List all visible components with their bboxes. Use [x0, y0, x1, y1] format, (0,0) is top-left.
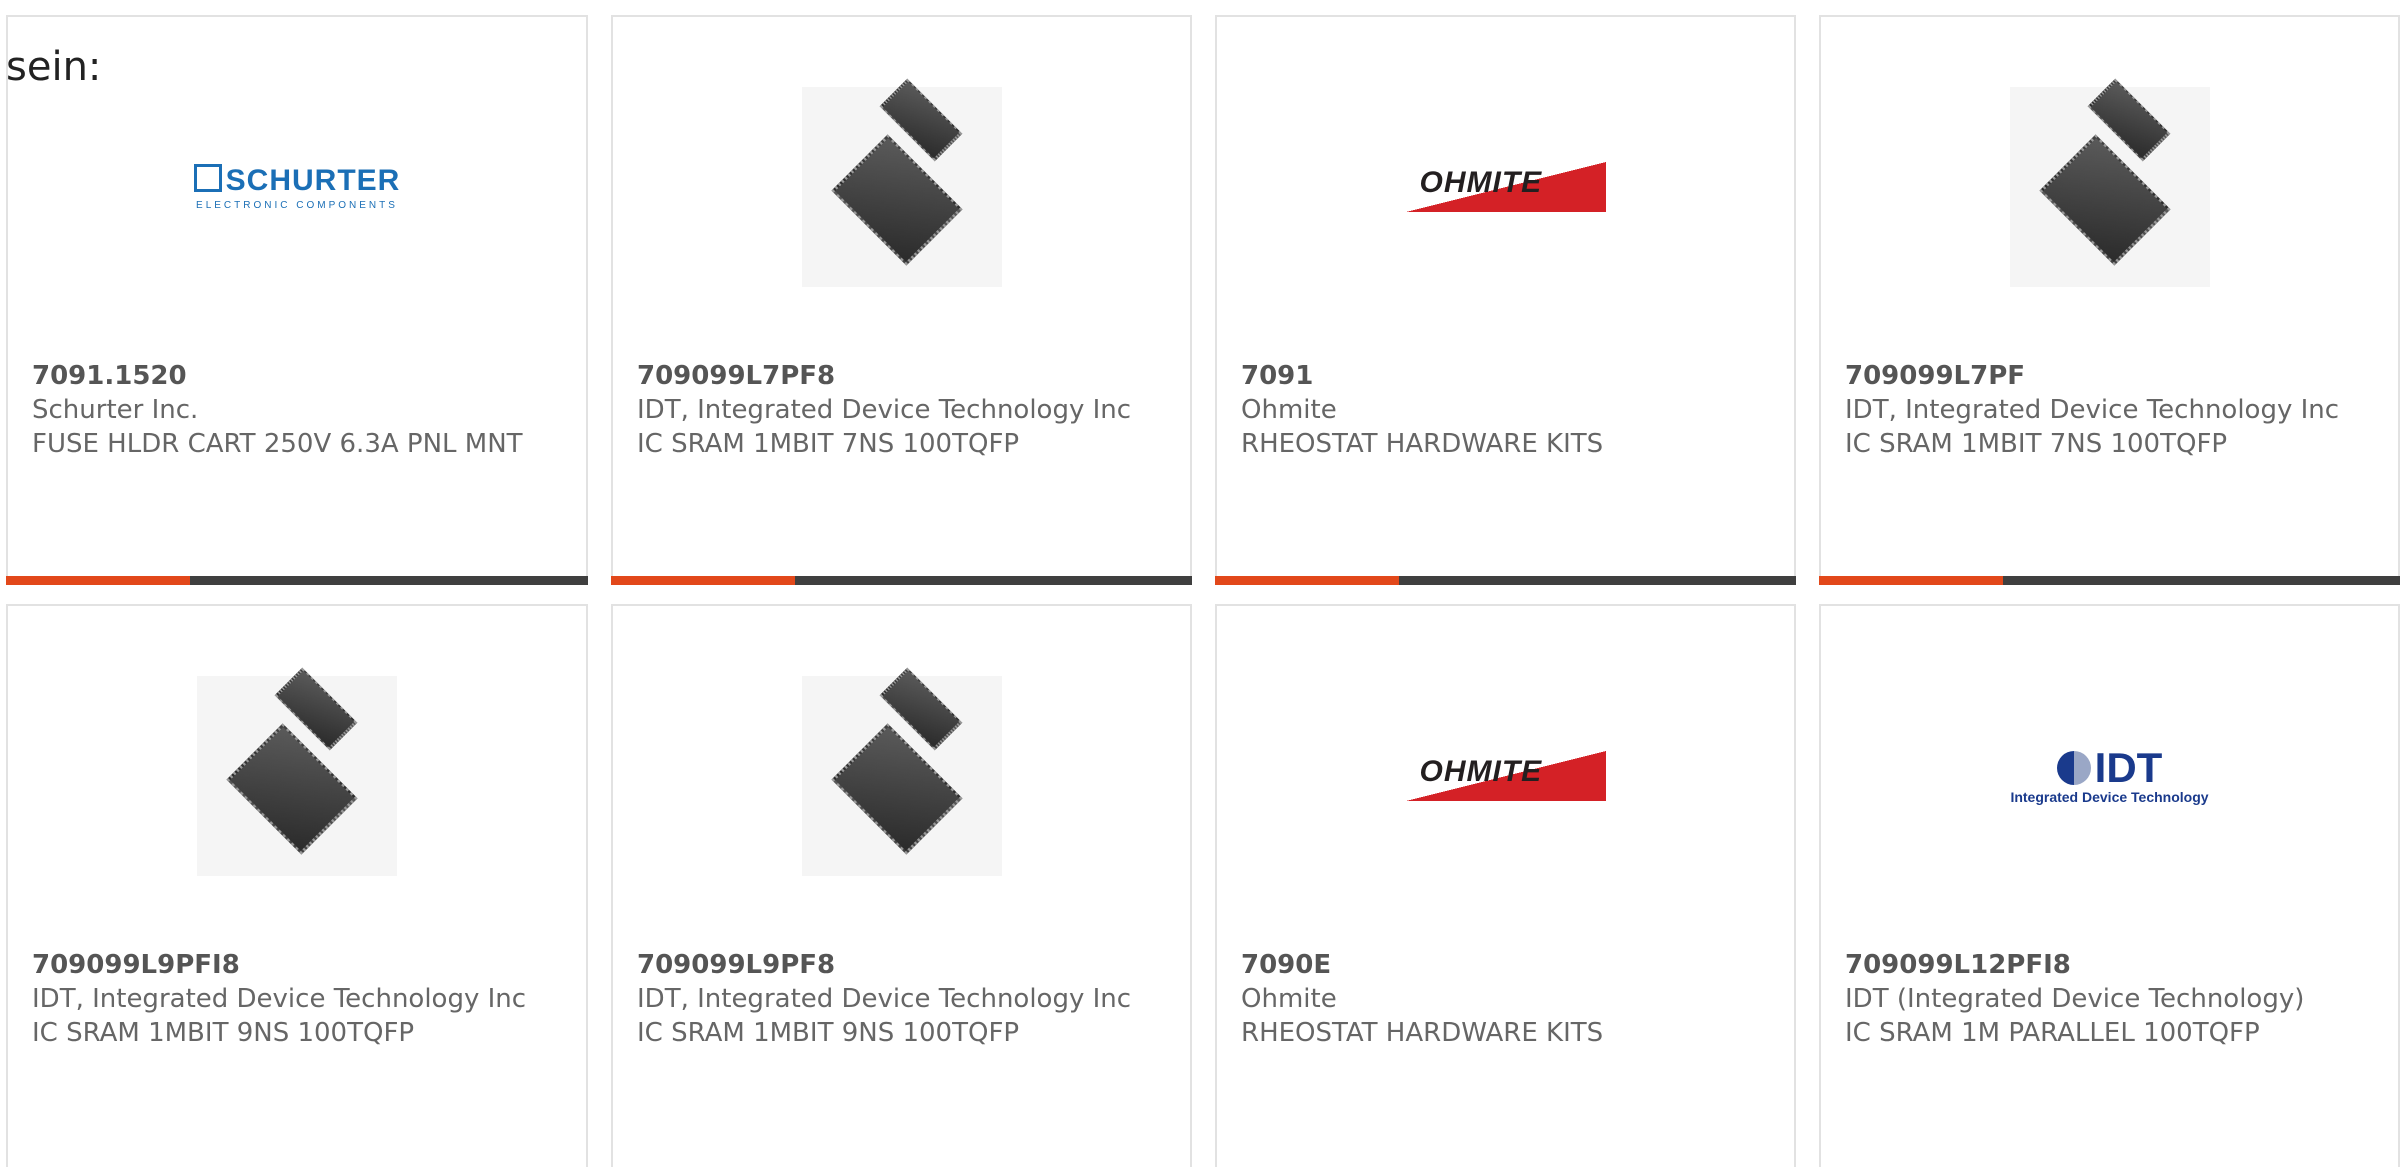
product-image: IDT Integrated Device Technology: [1821, 676, 2398, 876]
product-description: RHEOSTAT HARDWARE KITS: [1241, 429, 1604, 459]
logo-text: OHMITE: [1419, 166, 1543, 199]
ohmite-logo: OHMITE: [1405, 162, 1606, 212]
product-card[interactable]: 709099L9PFI8 IDT, Integrated Device Tech…: [6, 604, 588, 1167]
part-number-link[interactable]: 709099L9PF8: [637, 950, 835, 980]
product-grid-page: sein: SCHURTER ELECTRONIC COMPONENTS 709…: [0, 0, 2400, 1167]
idt-logo: IDT Integrated Device Technology: [2010, 744, 2209, 806]
manufacturer-name: IDT, Integrated Device Technology Inc: [1845, 395, 2340, 425]
product-image: [1821, 78, 2398, 287]
product-image: OHMITE: [1217, 87, 1794, 287]
product-card[interactable]: OHMITE 7091 Ohmite RHEOSTAT HARDWARE KIT…: [1215, 15, 1796, 585]
tqfp-chip-photo: [2009, 78, 2210, 287]
card-bottom-bar: [611, 576, 1192, 585]
part-number-link[interactable]: 7090E: [1241, 950, 1331, 980]
product-card[interactable]: IDT Integrated Device Technology 709099L…: [1819, 604, 2400, 1167]
product-image: SCHURTER ELECTRONIC COMPONENTS: [8, 87, 586, 287]
part-number-link[interactable]: 709099L7PF: [1845, 361, 2025, 391]
ohmite-logo: OHMITE: [1405, 751, 1606, 801]
manufacturer-name: IDT (Integrated Device Technology): [1845, 984, 2305, 1014]
product-description: IC SRAM 1MBIT 7NS 100TQFP: [1845, 429, 2228, 459]
schurter-logo: SCHURTER ELECTRONIC COMPONENTS: [193, 163, 401, 211]
part-number-link[interactable]: 709099L7PF8: [637, 361, 835, 391]
logo-subtext: ELECTRONIC COMPONENTS: [196, 199, 398, 211]
manufacturer-name: Schurter Inc.: [32, 395, 199, 425]
product-card[interactable]: 709099L9PF8 IDT, Integrated Device Techn…: [611, 604, 1192, 1167]
part-number-link[interactable]: 7091.1520: [32, 361, 187, 391]
logo-text: IDT: [2094, 744, 2163, 791]
logo-subtext: Integrated Device Technology: [2010, 789, 2209, 805]
product-image: [613, 667, 1190, 876]
part-number-link[interactable]: 709099L9PFI8: [32, 950, 240, 980]
manufacturer-name: Ohmite: [1241, 984, 1337, 1014]
tqfp-chip-photo: [801, 78, 1002, 287]
card-bottom-bar: [1819, 576, 2400, 585]
product-card[interactable]: SCHURTER ELECTRONIC COMPONENTS 7091.1520…: [6, 15, 588, 585]
manufacturer-name: IDT, Integrated Device Technology Inc: [637, 395, 1132, 425]
card-bottom-bar: [6, 576, 588, 585]
logo-text: SCHURTER: [225, 163, 401, 197]
product-description: IC SRAM 1MBIT 9NS 100TQFP: [637, 1018, 1020, 1048]
product-description: FUSE HLDR CART 250V 6.3A PNL MNT: [32, 429, 523, 459]
product-description: IC SRAM 1M PARALLEL 100TQFP: [1845, 1018, 2260, 1048]
logo-text: OHMITE: [1419, 755, 1543, 788]
product-card[interactable]: OHMITE 7090E Ohmite RHEOSTAT HARDWARE KI…: [1215, 604, 1796, 1167]
part-number-link[interactable]: 7091: [1241, 361, 1313, 391]
product-description: RHEOSTAT HARDWARE KITS: [1241, 1018, 1604, 1048]
manufacturer-name: Ohmite: [1241, 395, 1337, 425]
manufacturer-name: IDT, Integrated Device Technology Inc: [32, 984, 527, 1014]
section-heading: sein:: [6, 44, 102, 90]
card-bottom-bar: [1215, 576, 1796, 585]
product-card[interactable]: 709099L7PF8 IDT, Integrated Device Techn…: [611, 15, 1192, 585]
product-description: IC SRAM 1MBIT 9NS 100TQFP: [32, 1018, 415, 1048]
manufacturer-name: IDT, Integrated Device Technology Inc: [637, 984, 1132, 1014]
tqfp-chip-photo: [197, 667, 397, 876]
part-number-link[interactable]: 709099L12PFI8: [1845, 950, 2071, 980]
tqfp-chip-photo: [801, 667, 1002, 876]
product-image: [8, 667, 586, 876]
product-image: [613, 78, 1190, 287]
product-description: IC SRAM 1MBIT 7NS 100TQFP: [637, 429, 1020, 459]
product-image: OHMITE: [1217, 676, 1794, 876]
product-card[interactable]: 709099L7PF IDT, Integrated Device Techno…: [1819, 15, 2400, 585]
